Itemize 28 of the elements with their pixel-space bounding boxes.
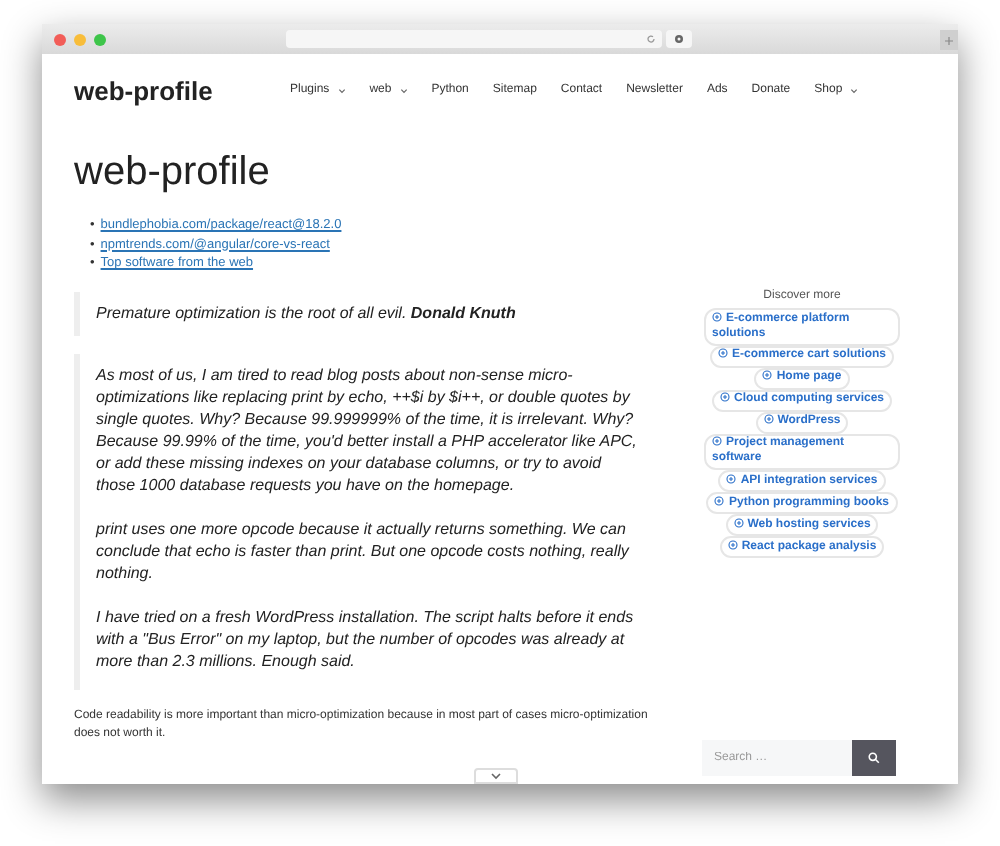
circle-plus-icon: [762, 370, 773, 380]
page-title: web-profile: [74, 148, 272, 196]
quote-paragraph: As most of us, I am tired to read blog posts about non-sense micro-optimizations like replacing print by echo, ++$i by $i++, or double quotes by single quotes. Why? Because 99.999999% of the time, it is irrelevant. Why? Because 99.99% of the time, you'd better install a PHP accelerator like APC, or add these missing indexes on your database columns, or try to avoid those 1000 database requests you have on the homepage.: [96, 363, 638, 495]
search-icon: [868, 752, 880, 764]
chevron-down-icon: [490, 772, 502, 780]
close-icon[interactable]: [54, 33, 66, 45]
circle-plus-icon: [733, 517, 744, 527]
new-tab-button[interactable]: [940, 30, 958, 50]
maximize-icon[interactable]: [94, 33, 106, 45]
reload-icon[interactable]: [646, 34, 656, 44]
circle-plus-icon: [712, 436, 722, 446]
quote-paragraph: I have tried on a fresh WordPress installation. The script halts before it ends with a "Bus Error" on my laptop, but the number of opcodes was already at more than 2.3 millions. Enough said.: [96, 605, 636, 671]
circle-plus-icon: [712, 311, 722, 321]
circle-plus-icon: [727, 539, 738, 549]
site-logo[interactable]: web-profile: [74, 71, 290, 111]
scroll-down-tab[interactable]: [474, 768, 518, 784]
quote-paragraph: print uses one more opcode because it actually returns something. We can conclude that echo is faster than print. But one opcode costs nothing, really nothing.: [96, 517, 632, 583]
circle-plus-icon: [763, 414, 774, 424]
settings-button[interactable]: [666, 30, 692, 48]
circle-plus-icon: [726, 473, 737, 483]
plus-icon: [944, 35, 954, 45]
circle-plus-icon: [719, 392, 730, 402]
minimize-icon[interactable]: [74, 33, 86, 45]
circle-plus-icon: [717, 348, 728, 358]
quote-text: Premature optimization is the root of all evil. Donald Knuth: [96, 301, 518, 325]
circle-plus-icon: [714, 495, 725, 505]
search-button[interactable]: [852, 740, 896, 776]
settings-icon: [674, 34, 684, 44]
